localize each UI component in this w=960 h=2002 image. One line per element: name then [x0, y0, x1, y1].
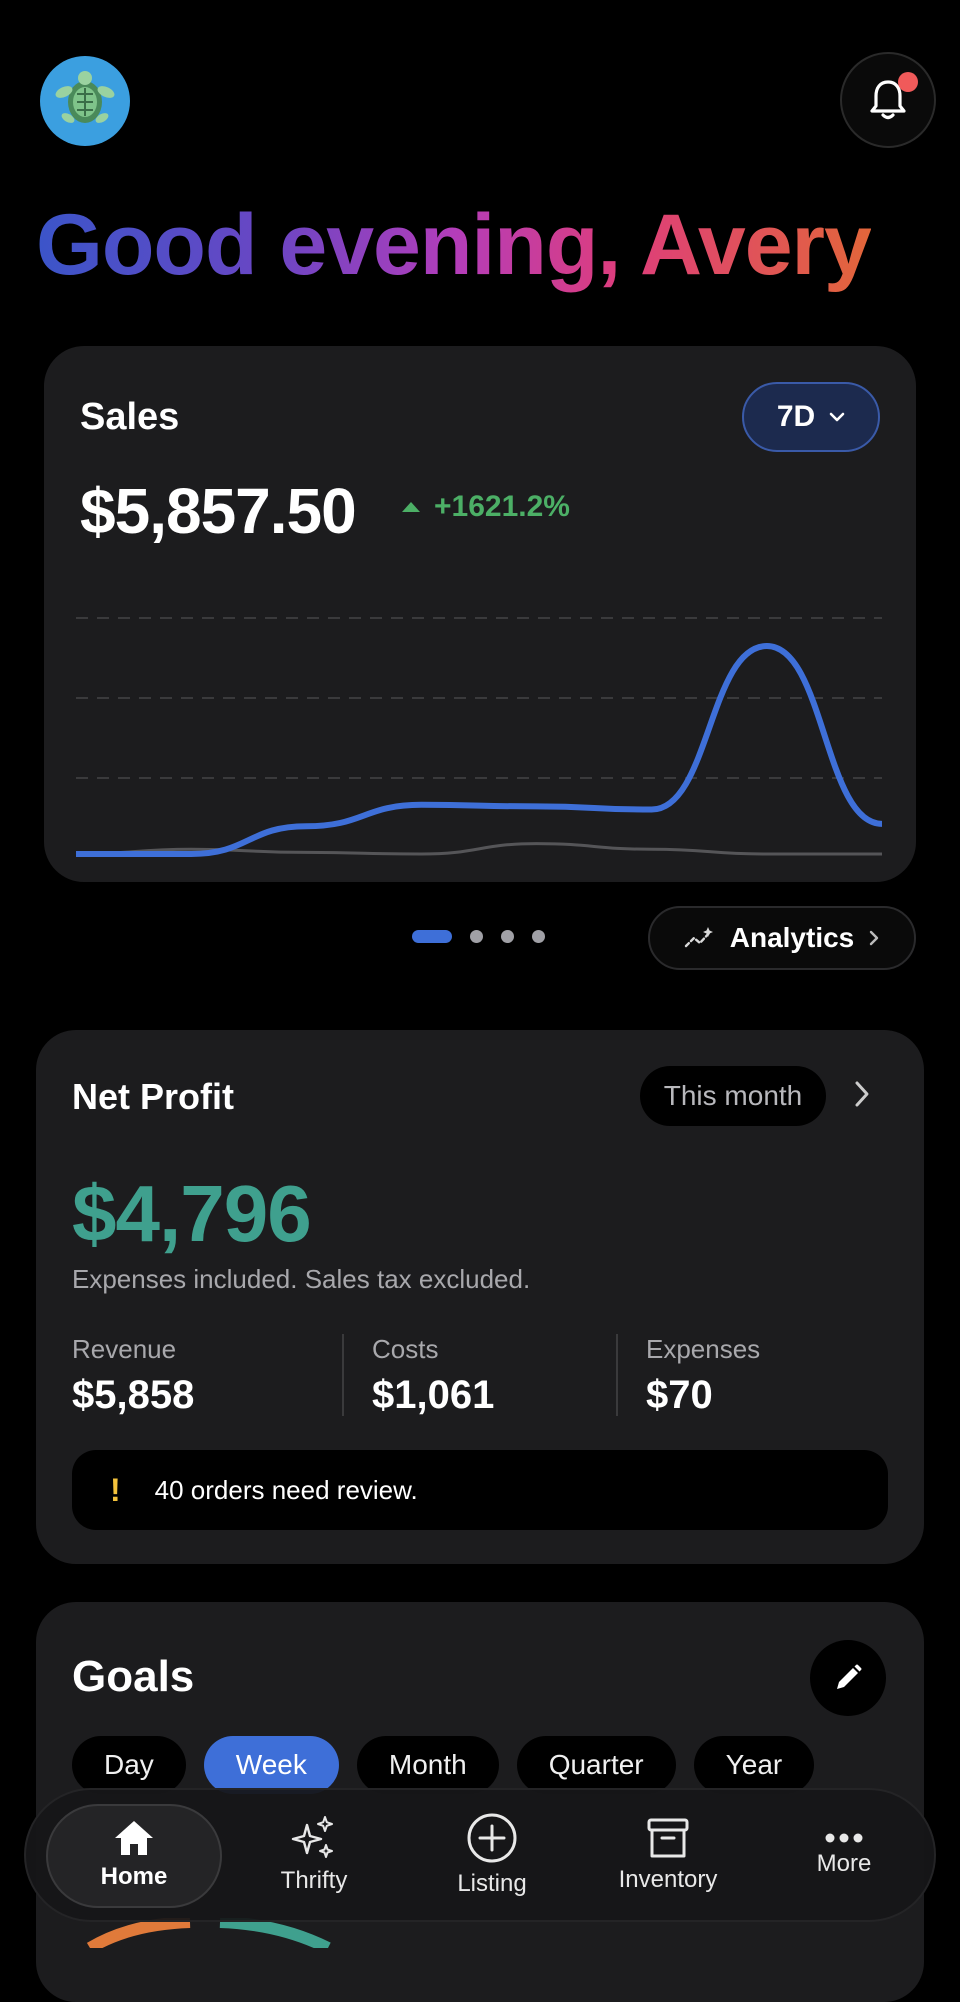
- analytics-button[interactable]: Analytics: [648, 906, 916, 970]
- analytics-sparkle-icon: [684, 927, 713, 948]
- stat-divider: [342, 1334, 344, 1416]
- chevron-down-icon: [829, 412, 845, 422]
- goal-tab-week[interactable]: Week: [203, 1736, 339, 1794]
- net-profit-note: Expenses included. Sales tax excluded.: [72, 1264, 531, 1294]
- bottom-navigation: Home Thrifty Listing Inventory More: [24, 1788, 936, 1922]
- nav-label: Home: [100, 1863, 168, 1890]
- sales-title: Sales: [80, 396, 180, 438]
- pager-dot[interactable]: [501, 930, 514, 943]
- stat-label: Costs: [372, 1334, 439, 1364]
- pencil-icon: [837, 1664, 862, 1689]
- net-profit-amount: $4,796: [72, 1169, 312, 1258]
- stat-value: $70: [646, 1373, 713, 1417]
- analytics-label: Analytics: [729, 922, 855, 953]
- goal-period-tabs: Day Week Month Quarter Year: [72, 1736, 815, 1794]
- goals-title: Goals: [72, 1652, 195, 1701]
- goal-tab-quarter[interactable]: Quarter: [516, 1736, 676, 1794]
- plus-circle-icon: [467, 1813, 517, 1863]
- goal-tab-day[interactable]: Day: [72, 1736, 186, 1794]
- archive-box-icon: [647, 1818, 689, 1858]
- range-label: 7D: [776, 400, 816, 433]
- turtle-avatar-icon: [55, 71, 115, 123]
- pager-dot[interactable]: [470, 930, 483, 943]
- greeting-title: Good evening, Avery: [36, 197, 872, 293]
- avatar[interactable]: [40, 56, 130, 146]
- goal-tab-year[interactable]: Year: [693, 1736, 815, 1794]
- sales-chart: [76, 617, 882, 857]
- sales-amount: $5,857.50: [80, 475, 357, 547]
- stat-value: $5,858: [72, 1373, 195, 1417]
- nav-listing[interactable]: Listing: [404, 1790, 580, 1920]
- nav-label: Inventory: [618, 1866, 718, 1893]
- more-dots-icon: [825, 1833, 863, 1843]
- nav-more[interactable]: More: [756, 1790, 932, 1920]
- review-notice: 40 orders need review.: [154, 1474, 418, 1505]
- pager-dot[interactable]: [412, 930, 452, 943]
- sales-change: +1621.2%: [402, 490, 570, 524]
- chart-pager[interactable]: [412, 930, 545, 943]
- goal-progress-ring: [86, 1918, 331, 1948]
- chevron-right-icon: [855, 1081, 869, 1107]
- revenue-stat: Revenue $5,858: [72, 1334, 194, 1418]
- notifications-button[interactable]: [840, 52, 936, 148]
- nav-label: Thrifty: [280, 1867, 348, 1894]
- nav-label: More: [816, 1850, 872, 1877]
- net-profit-title: Net Profit: [72, 1076, 234, 1117]
- net-profit-open-button[interactable]: [852, 1078, 872, 1115]
- sales-change-value: +1621.2%: [434, 490, 570, 523]
- pager-dot[interactable]: [532, 930, 545, 943]
- stat-label: Revenue: [72, 1334, 177, 1364]
- stat-label: Expenses: [646, 1334, 761, 1364]
- nav-thrifty[interactable]: Thrifty: [226, 1790, 402, 1920]
- nav-home[interactable]: Home: [46, 1790, 222, 1920]
- chevron-right-icon: [870, 930, 879, 946]
- home-icon: [115, 1821, 153, 1855]
- notification-badge: [898, 72, 918, 92]
- nav-label: Listing: [457, 1870, 527, 1897]
- nav-inventory[interactable]: Inventory: [580, 1790, 756, 1920]
- sales-range-dropdown[interactable]: 7D: [742, 382, 880, 452]
- sparkles-icon: [291, 1816, 333, 1858]
- orders-review-banner[interactable]: ! 40 orders need review.: [72, 1450, 888, 1530]
- edit-goals-button[interactable]: [810, 1640, 886, 1716]
- stat-value: $1,061: [372, 1373, 495, 1417]
- stat-divider: [616, 1334, 618, 1416]
- warning-icon: !: [110, 1471, 121, 1508]
- costs-stat: Costs $1,061: [372, 1334, 494, 1418]
- period-selector[interactable]: This month: [640, 1066, 826, 1126]
- goal-tab-month[interactable]: Month: [356, 1736, 499, 1794]
- trend-up-icon: [402, 502, 420, 512]
- sales-series-line: [76, 643, 882, 857]
- expenses-stat: Expenses $70: [646, 1334, 760, 1418]
